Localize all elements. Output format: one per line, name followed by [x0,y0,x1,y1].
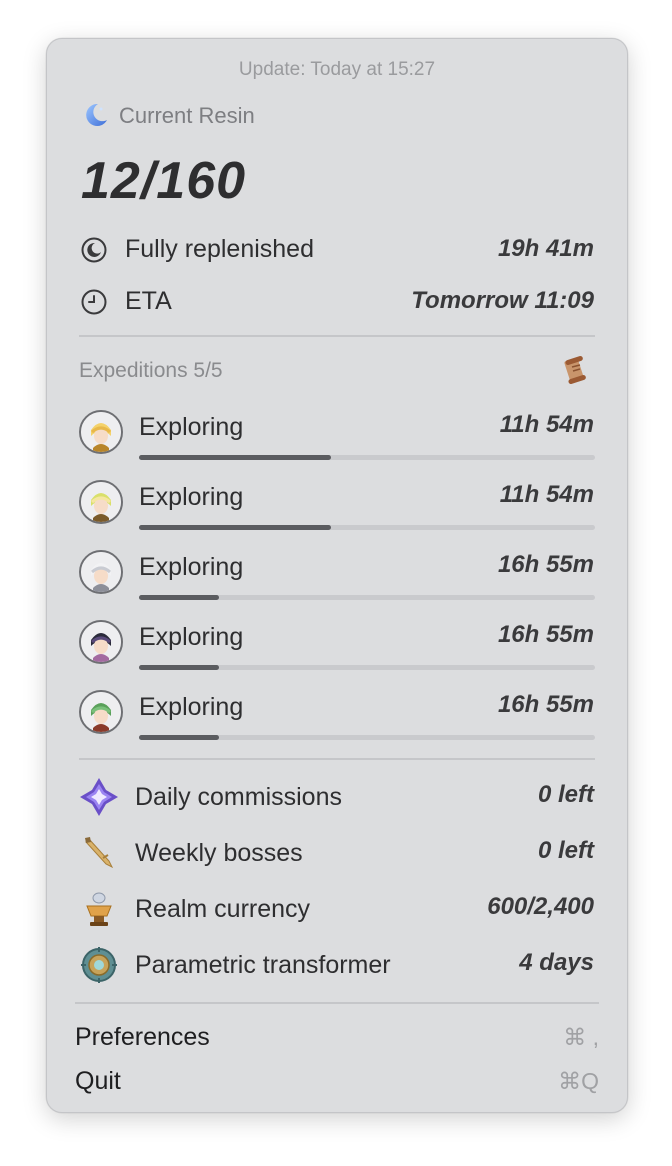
expedition-progress-fill [139,595,219,600]
expedition-time: 16h 55m [497,551,594,578]
clock-icon [81,289,107,315]
expedition-progress-fill [139,525,331,530]
expedition-row: Exploring 11h 54m [47,479,627,543]
expedition-time: 11h 54m [499,411,594,438]
quit-label: Quit [75,1067,121,1095]
commission-star-icon [79,777,119,817]
transformer-icon [79,945,119,985]
character-avatar [79,620,123,664]
current-resin-label: Current Resin [119,103,255,128]
daily-commissions-label: Daily commissions [135,783,342,811]
divider [79,335,595,337]
resin-value: 12/160 [81,152,247,210]
quit-shortcut: ⌘Q [558,1068,599,1094]
expedition-progress-bar [139,665,595,670]
expedition-row: Exploring 11h 54m [47,409,627,473]
divider [79,758,595,760]
expedition-progress-fill [139,735,219,740]
expedition-time: 11h 54m [499,481,594,508]
expedition-progress-bar [139,735,595,740]
expedition-status: Exploring [139,623,244,651]
divider [75,1002,599,1004]
daily-commissions-value: 0 left [537,781,594,808]
expedition-progress-bar [139,455,595,460]
preferences-menu-item[interactable]: Preferences ⌘ , [47,1015,627,1055]
realm-currency-label: Realm currency [135,895,311,923]
expedition-progress-fill [139,665,219,670]
parametric-transformer-label: Parametric transformer [135,951,391,979]
weekly-bosses-label: Weekly bosses [135,839,303,867]
expedition-status: Exploring [139,693,244,721]
parametric-transformer-value: 4 days [519,949,594,976]
expedition-time: 16h 55m [497,621,594,648]
expedition-row: Exploring 16h 55m [47,689,627,753]
realm-currency-value: 600/2,400 [487,893,594,920]
fully-replenished-value: 19h 41m [497,235,594,262]
status-popover: Update: Today at 15:27 Current Resin 12/… [46,38,628,1113]
crescent-moon-icon [81,101,109,129]
eta-value: Tomorrow 11:09 [411,287,594,314]
sword-icon [79,833,119,873]
quit-menu-item[interactable]: Quit ⌘Q [47,1059,627,1099]
eta-label: ETA [125,287,172,315]
teapot-icon [79,889,119,929]
expedition-status: Exploring [139,413,244,441]
update-timestamp: Update: Today at 15:27 [238,59,436,80]
expedition-row: Exploring 16h 55m [47,549,627,613]
expedition-progress-bar [139,525,595,530]
weekly-bosses-value: 0 left [537,837,594,864]
character-avatar [79,410,123,454]
scroll-icon [561,355,591,387]
preferences-label: Preferences [75,1023,210,1051]
expedition-row: Exploring 16h 55m [47,619,627,683]
preferences-shortcut: ⌘ , [563,1024,599,1050]
character-avatar [79,480,123,524]
expedition-progress-bar [139,595,595,600]
character-avatar [79,550,123,594]
expedition-status: Exploring [139,553,244,581]
expedition-progress-fill [139,455,331,460]
expedition-status: Exploring [139,483,244,511]
moon-outline-icon [81,237,107,263]
expeditions-title: Expeditions 5/5 [79,359,223,382]
expedition-time: 16h 55m [497,691,594,718]
fully-replenished-label: Fully replenished [125,235,314,263]
character-avatar [79,690,123,734]
